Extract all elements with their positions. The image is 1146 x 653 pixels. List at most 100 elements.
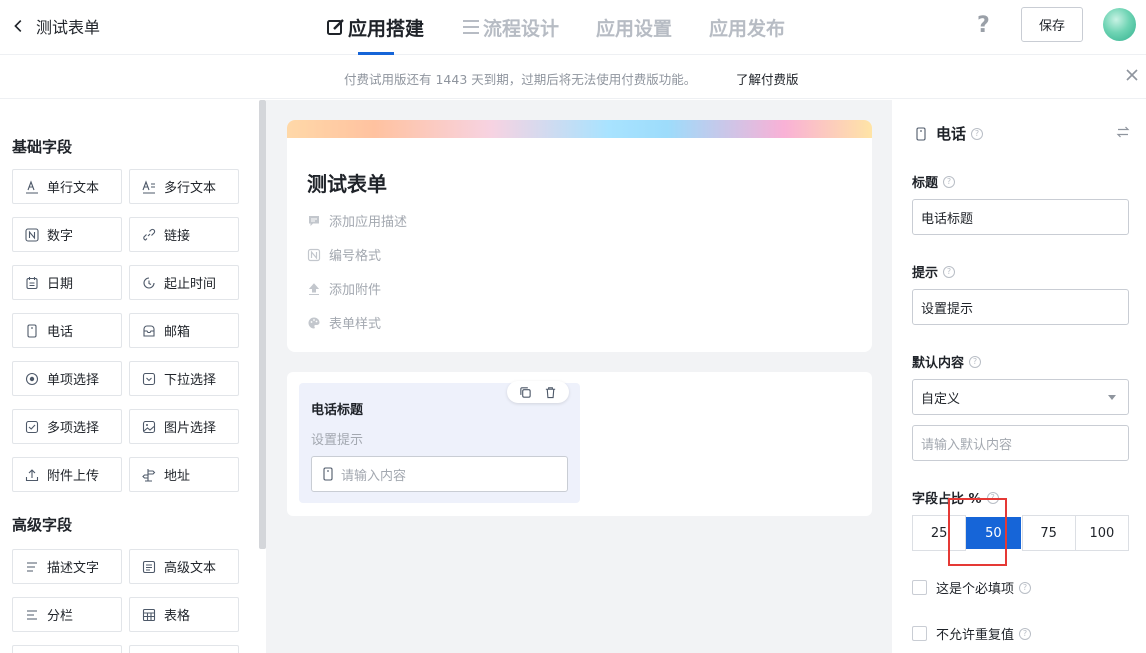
field-table[interactable]: 表格 bbox=[129, 597, 239, 632]
label-text: 默认内容 bbox=[912, 356, 965, 371]
comment-icon bbox=[309, 215, 319, 226]
tab-label: 应用搭建 bbox=[348, 17, 425, 40]
help-circle-icon[interactable]: ? bbox=[986, 491, 999, 504]
trash-icon[interactable] bbox=[544, 386, 557, 399]
hint-input[interactable]: 设置提示 bbox=[912, 289, 1129, 325]
help-circle-icon[interactable]: ? bbox=[1019, 581, 1032, 594]
width-option-75[interactable]: 75 bbox=[1021, 515, 1076, 551]
tab-label: 应用设置 bbox=[596, 17, 673, 40]
select-value: 自定义 bbox=[921, 391, 961, 407]
time-range-icon bbox=[143, 276, 155, 289]
required-checkbox-row[interactable]: 这是个必填项 ? bbox=[912, 578, 1032, 597]
checkbox-label: 这是个必填项 bbox=[936, 582, 1015, 597]
phone-input-preview[interactable]: 请输入内容 bbox=[311, 456, 568, 492]
image-icon bbox=[142, 420, 156, 433]
field-date[interactable]: 日期 bbox=[12, 265, 122, 300]
tab-flow-design[interactable]: 流程设计 bbox=[461, 10, 559, 44]
no-duplicate-checkbox[interactable] bbox=[912, 626, 927, 641]
upload-icon bbox=[308, 282, 320, 295]
field-checkbox[interactable]: 多项选择 bbox=[12, 409, 122, 444]
field-address[interactable]: 地址 bbox=[129, 457, 239, 492]
default-type-select[interactable]: 自定义 bbox=[912, 379, 1129, 415]
field-time-range[interactable]: 起止时间 bbox=[129, 265, 239, 300]
advanced-fields-title: 高级字段 bbox=[12, 516, 73, 534]
width-segmented-control: 25 50 75 100 bbox=[912, 515, 1129, 551]
field-more-1[interactable] bbox=[12, 645, 122, 653]
field-upload[interactable]: 附件上传 bbox=[12, 457, 122, 492]
palette-icon bbox=[308, 317, 320, 328]
tab-app-build[interactable]: 应用搭建 bbox=[326, 10, 425, 55]
close-icon[interactable] bbox=[1124, 67, 1140, 83]
width-option-100[interactable]: 100 bbox=[1074, 515, 1129, 551]
field-hint: 设置提示 bbox=[311, 433, 364, 448]
save-button[interactable]: 保存 bbox=[1021, 7, 1083, 42]
field-more-2[interactable] bbox=[129, 645, 239, 653]
flow-icon bbox=[463, 20, 480, 34]
avatar[interactable] bbox=[1103, 8, 1136, 41]
dropdown-icon bbox=[142, 372, 156, 385]
field-label: 下拉选择 bbox=[164, 373, 217, 388]
columns-icon bbox=[27, 609, 37, 620]
default-value-input[interactable]: 请输入默认内容 bbox=[912, 425, 1129, 461]
field-label: 多行文本 bbox=[164, 181, 217, 196]
add-description-action[interactable]: 添加应用描述 bbox=[307, 211, 407, 230]
field-label: 表格 bbox=[164, 609, 191, 624]
help-circle-icon[interactable]: ? bbox=[971, 127, 984, 140]
field-phone[interactable]: 电话 bbox=[12, 313, 122, 348]
basic-fields-title: 基础字段 bbox=[12, 138, 73, 156]
upgrade-link[interactable]: 了解付费版 bbox=[736, 69, 799, 88]
field-radio[interactable]: 单项选择 bbox=[12, 361, 122, 396]
edit-icon bbox=[327, 19, 344, 35]
help-circle-icon[interactable]: ? bbox=[943, 265, 956, 278]
checkbox-label: 不允许重复值 bbox=[936, 628, 1015, 643]
field-label: 多项选择 bbox=[47, 421, 100, 436]
field-title: 电话标题 bbox=[311, 403, 364, 418]
help-circle-icon[interactable]: ? bbox=[943, 175, 956, 188]
caret-down-icon bbox=[1108, 395, 1116, 400]
tab-app-publish[interactable]: 应用发布 bbox=[709, 10, 785, 44]
number-format-action[interactable]: 编号格式 bbox=[307, 245, 381, 264]
field-label: 邮箱 bbox=[164, 325, 191, 340]
required-checkbox[interactable] bbox=[912, 580, 927, 595]
input-placeholder: 请输入内容 bbox=[341, 468, 407, 484]
help-icon[interactable]: ? bbox=[977, 13, 990, 38]
field-label: 分栏 bbox=[47, 609, 74, 624]
label-text: 字段占比 % bbox=[912, 492, 982, 507]
width-option-50[interactable]: 50 bbox=[966, 517, 1021, 549]
field-single-line-text[interactable]: 单行文本 bbox=[12, 169, 122, 204]
width-option-25[interactable]: 25 bbox=[912, 515, 967, 551]
form-header-card[interactable]: 测试表单 添加应用描述 编号格式 添加附件 表单样式 bbox=[287, 120, 872, 352]
field-mail[interactable]: 邮箱 bbox=[129, 313, 239, 348]
field-rich-text[interactable]: 高级文本 bbox=[129, 549, 239, 584]
help-circle-icon[interactable]: ? bbox=[1019, 627, 1032, 640]
no-duplicate-checkbox-row[interactable]: 不允许重复值 ? bbox=[912, 624, 1032, 643]
field-label: 高级文本 bbox=[164, 561, 217, 576]
field-columns[interactable]: 分栏 bbox=[12, 597, 122, 632]
field-number[interactable]: 数字 bbox=[12, 217, 122, 252]
add-attachment-action[interactable]: 添加附件 bbox=[307, 279, 381, 298]
swap-icon[interactable] bbox=[1116, 125, 1130, 139]
field-label: 数字 bbox=[47, 229, 74, 244]
field-label: 日期 bbox=[47, 277, 74, 292]
tab-app-settings[interactable]: 应用设置 bbox=[596, 10, 672, 44]
default-content-label: 默认内容 ? bbox=[912, 352, 982, 371]
hint-label: 提示 ? bbox=[912, 262, 956, 281]
form-title[interactable]: 测试表单 bbox=[307, 168, 387, 197]
field-description[interactable]: 描述文字 bbox=[12, 549, 122, 584]
scrollbar[interactable] bbox=[259, 100, 266, 549]
form-style-action[interactable]: 表单样式 bbox=[307, 313, 381, 332]
width-percent-label: 字段占比 % ? bbox=[912, 488, 999, 507]
title-input[interactable]: 电话标题 bbox=[912, 199, 1129, 235]
field-label: 电话 bbox=[47, 325, 74, 340]
back-button[interactable]: 测试表单 bbox=[10, 14, 100, 38]
action-label: 表单样式 bbox=[329, 317, 382, 332]
copy-icon[interactable] bbox=[519, 386, 532, 399]
field-image-select[interactable]: 图片选择 bbox=[129, 409, 239, 444]
phone-field-item[interactable]: 电话标题 设置提示 请输入内容 bbox=[299, 381, 580, 503]
help-circle-icon[interactable]: ? bbox=[969, 355, 982, 368]
field-link[interactable]: 链接 bbox=[129, 217, 239, 252]
form-banner bbox=[287, 120, 872, 138]
field-multi-line-text[interactable]: 多行文本 bbox=[129, 169, 239, 204]
field-dropdown[interactable]: 下拉选择 bbox=[129, 361, 239, 396]
field-label: 单项选择 bbox=[47, 373, 100, 388]
